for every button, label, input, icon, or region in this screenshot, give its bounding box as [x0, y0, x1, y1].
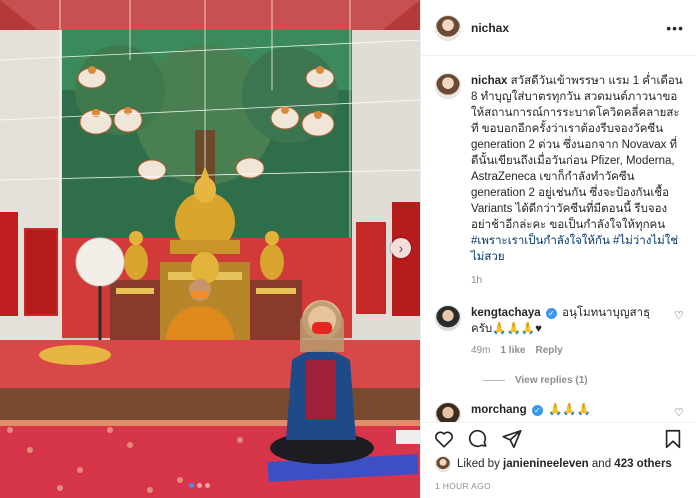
temple-photo: [0, 0, 420, 498]
comment-like-heart-icon[interactable]: ♡: [674, 406, 684, 422]
instagram-post: › nichax ••• nichax สวัสดีวันเข้าพรรษา แ…: [0, 0, 696, 498]
reply-button[interactable]: Reply: [535, 343, 562, 359]
carousel-dot: [197, 483, 202, 488]
liker-avatar[interactable]: [435, 456, 451, 472]
comment-likes[interactable]: 1 like: [500, 343, 525, 359]
caption-entry: nichax สวัสดีวันเข้าพรรษา แรม 1 ค่ำเดือน…: [435, 73, 684, 289]
comment-username[interactable]: morchang: [471, 404, 527, 416]
comment-item: morchang ✓ 🙏🙏🙏 ♡: [435, 402, 684, 422]
comment-text: 🙏🙏🙏: [548, 404, 591, 416]
author-avatar[interactable]: [435, 14, 461, 41]
paper-plane-icon[interactable]: [501, 428, 523, 450]
author-username[interactable]: nichax: [471, 21, 666, 35]
commenter-avatar[interactable]: [435, 402, 461, 422]
carousel-next-button[interactable]: ›: [391, 238, 411, 258]
more-options-icon[interactable]: •••: [666, 20, 684, 36]
commenter-avatar[interactable]: [435, 305, 461, 331]
caption-text: สวัสดีวันเข้าพรรษา แรม 1 ค่ำเดือน 8 ทำบุ…: [471, 75, 683, 231]
author-avatar[interactable]: [435, 73, 461, 99]
carousel-dot-active: [189, 483, 194, 488]
comment-item: kengtachaya ✓ อนุโมทนาบุญสาธุครับ🙏🙏🙏♥ 49…: [435, 305, 684, 359]
comments-list[interactable]: nichax สวัสดีวันเข้าพรรษา แรม 1 ค่ำเดือน…: [421, 57, 696, 422]
verified-badge-icon: ✓: [545, 308, 557, 319]
liked-by-count[interactable]: 423 others: [614, 458, 672, 470]
comment-username[interactable]: kengtachaya: [471, 307, 541, 319]
replies-divider: [483, 380, 505, 381]
carousel-indicator: [189, 483, 210, 488]
liked-by-row: Liked by janienineeleven and 423 others: [435, 456, 672, 472]
caption-hashtags[interactable]: #เพราะเราเป็นกำลังใจให้กัน #ไม่ว่างไม่ใช…: [471, 235, 678, 263]
action-bar: [421, 422, 696, 454]
comment-like-heart-icon[interactable]: ♡: [674, 309, 684, 359]
bookmark-icon[interactable]: [662, 428, 684, 450]
view-replies-button[interactable]: View replies (1): [483, 375, 684, 386]
heart-icon[interactable]: [433, 428, 455, 450]
comment-meta: 49m 1 like Reply: [471, 343, 668, 359]
caption-username[interactable]: nichax: [471, 75, 507, 87]
comment-time: 49m: [471, 345, 491, 356]
caption-timestamp: 1h: [471, 275, 483, 286]
view-replies-label: View replies (1): [515, 375, 588, 386]
liked-by-prefix: Liked by: [457, 458, 500, 470]
liked-by-user[interactable]: janienineeleven: [503, 458, 589, 470]
post-header: nichax •••: [421, 0, 696, 56]
comment-icon[interactable]: [467, 428, 489, 450]
verified-badge-icon: ✓: [531, 405, 543, 416]
post-photo[interactable]: ›: [0, 0, 420, 498]
chevron-right-icon: ›: [398, 240, 404, 256]
post-timestamp[interactable]: 1 HOUR AGO: [435, 481, 491, 491]
liked-by-and: and: [591, 458, 612, 470]
carousel-dot: [205, 483, 210, 488]
post-side-panel: nichax ••• nichax สวัสดีวันเข้าพรรษา แรม…: [420, 0, 696, 498]
